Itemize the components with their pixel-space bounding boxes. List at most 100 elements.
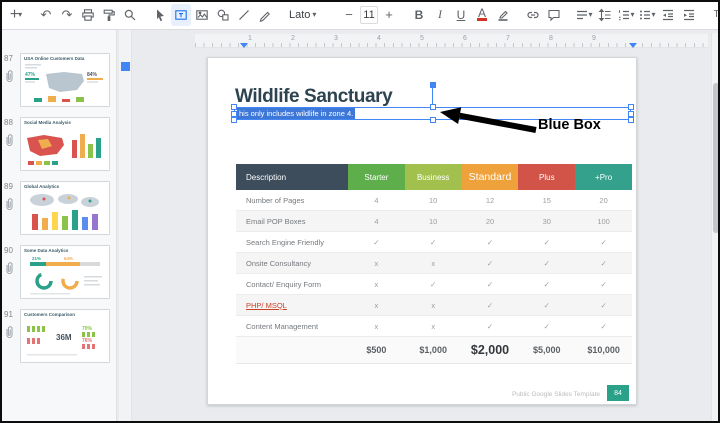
resize-handle-middle-right[interactable] [628, 110, 634, 117]
line-spacing-button[interactable] [595, 4, 615, 26]
header-starter: Starter [348, 164, 405, 190]
slide-number: 88 [4, 118, 13, 127]
thumbnail-89-preview [30, 194, 99, 230]
slide-thumbnail-90[interactable]: Some Data Analytics 21% 64% [20, 245, 110, 299]
svg-text:36M: 36M [56, 333, 72, 342]
image-icon [195, 8, 209, 22]
insert-image-button[interactable] [192, 4, 212, 26]
zoom-button[interactable] [120, 4, 140, 26]
vertical-ruler [119, 30, 132, 423]
clear-formatting-button[interactable]: Tx [709, 4, 720, 26]
underline-button[interactable]: U [451, 4, 471, 26]
resize-handle-bottom-middle[interactable] [429, 117, 436, 123]
thumbnail-90-preview: 21% 64% [30, 256, 102, 295]
new-slide-button[interactable]: + ▾ [6, 4, 26, 26]
canvas-area[interactable]: 1 2 3 4 5 6 7 8 9 Wildlife Sanctuary his… [117, 30, 720, 423]
font-size-input[interactable]: 11 [360, 5, 378, 24]
table-row: Number of Pages 4 10 12 15 20 [236, 190, 632, 211]
paperclip-icon [4, 69, 15, 89]
paperclip-icon [4, 325, 15, 345]
resize-handle-bottom-right[interactable] [628, 117, 634, 123]
italic-icon: I [438, 7, 442, 21]
pen-icon [258, 8, 272, 22]
slide-title[interactable]: Wildlife Sanctuary [235, 87, 393, 107]
pricing-table[interactable]: Description Starter Business Standard Pl… [236, 164, 632, 364]
filmstrip-slot: 91 Customers Comparison 36M 70% 76% [0, 309, 117, 369]
bold-button[interactable]: B [409, 4, 429, 26]
resize-handle-top-left[interactable] [231, 104, 237, 110]
left-indent-marker[interactable] [240, 43, 248, 48]
thumbnail-88-preview [27, 134, 101, 165]
paint-format-button[interactable] [99, 4, 119, 26]
slide-footer-text: Public Google Slides Template [511, 391, 600, 398]
increase-font-size-button[interactable]: + [379, 4, 399, 26]
resize-handle-top-middle[interactable] [429, 104, 436, 110]
highlighter-icon [496, 8, 510, 22]
bulleted-list-button[interactable]: ▾ [637, 4, 657, 26]
ruler-numbers: 1 2 3 4 5 6 7 8 9 [207, 35, 637, 48]
comment-icon [547, 8, 561, 22]
font-family-selector[interactable]: Lato ▾ [285, 9, 329, 21]
text-color-button[interactable]: A [472, 4, 492, 26]
pen-tool-button[interactable] [255, 4, 275, 26]
undo-button[interactable]: ↶ [36, 4, 56, 26]
decrease-indent-button[interactable] [658, 4, 678, 26]
select-tool-button[interactable] [150, 4, 170, 26]
underline-icon: U [456, 7, 466, 22]
highlight-color-button[interactable] [493, 4, 513, 26]
paperclip-icon [4, 133, 15, 153]
selected-text[interactable]: his only includes wildlife in zone 4. [237, 108, 356, 119]
cursor-icon [153, 8, 167, 22]
align-icon [575, 8, 589, 22]
slide-thumbnail-89[interactable]: Global Analytics [20, 181, 110, 235]
chevron-down-icon: ▾ [588, 10, 593, 19]
rotation-handle-line [431, 87, 433, 105]
zoom-icon [123, 8, 137, 22]
header-business: Business [404, 164, 462, 190]
resize-handle-middle-left[interactable] [231, 110, 237, 117]
redo-button[interactable]: ↷ [57, 4, 77, 26]
insert-shape-button[interactable] [213, 4, 233, 26]
toolbar: + ▾ ↶ ↷ Lato ▾ − 11 + B I U A ▾ ▾ ▾ T [0, 0, 720, 30]
line-spacing-icon [598, 8, 612, 22]
slide-thumbnail-88[interactable]: Social Media Analysis [20, 117, 110, 171]
insert-link-button[interactable] [523, 4, 543, 26]
header-description: Description [236, 164, 348, 190]
table-row: Email POP Boxes 4 10 20 30 100 [236, 211, 632, 232]
right-indent-marker[interactable] [629, 43, 637, 48]
clear-formatting-icon: Tx [713, 9, 720, 20]
link-icon [526, 8, 540, 22]
slide-thumbnail-91[interactable]: Customers Comparison 36M 70% 76% [20, 309, 110, 363]
resize-handle-top-right[interactable] [628, 104, 634, 110]
align-button[interactable]: ▾ [574, 4, 594, 26]
insert-line-button[interactable] [234, 4, 254, 26]
insert-comment-button[interactable] [544, 4, 564, 26]
print-button[interactable] [78, 4, 98, 26]
text-box-tool-button[interactable] [171, 3, 191, 26]
text-box-icon [174, 8, 188, 22]
slide-canvas[interactable]: Wildlife Sanctuary his only includes wil… [207, 57, 637, 405]
paint-roller-icon [102, 8, 116, 22]
bulleted-list-icon [638, 8, 652, 22]
numbered-list-button[interactable]: ▾ [616, 4, 636, 26]
slide-thumbnail-87[interactable]: USA Online Customers Data 47% 84% [20, 53, 110, 107]
table-row: Content Management x x ✓ ✓ ✓ [236, 316, 632, 337]
increase-indent-button[interactable] [679, 4, 699, 26]
slide-number: 89 [4, 182, 13, 191]
plus-icon: + [385, 7, 393, 22]
line-icon [237, 8, 251, 22]
italic-button[interactable]: I [430, 4, 450, 26]
filmstrip-slot: 88 Social Media Analysis [0, 117, 117, 177]
chevron-down-icon: ▾ [312, 10, 317, 19]
rotation-handle[interactable] [429, 82, 436, 88]
vertical-scrollbar[interactable] [711, 33, 720, 423]
print-icon [81, 8, 95, 22]
decrease-font-size-button[interactable]: − [339, 4, 359, 26]
resize-handle-bottom-left[interactable] [231, 117, 237, 123]
shape-icon [216, 8, 230, 22]
thumbnail-87-preview: 47% 84% [25, 64, 103, 102]
increase-indent-icon [682, 8, 696, 22]
paperclip-icon [4, 261, 15, 281]
svg-text:76%: 76% [82, 338, 93, 344]
scrollbar-thumb[interactable] [713, 83, 719, 233]
